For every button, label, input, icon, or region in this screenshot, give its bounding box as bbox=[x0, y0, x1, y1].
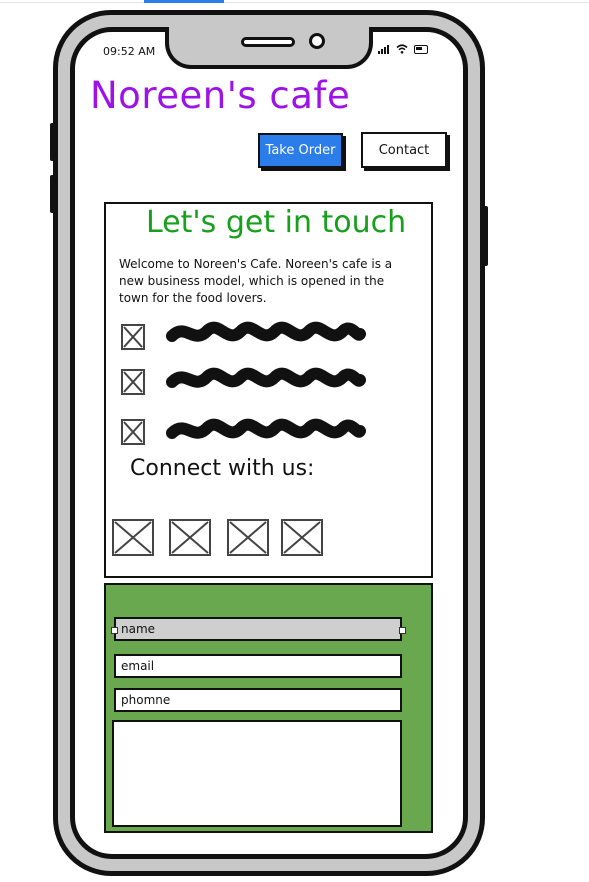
phone-notch bbox=[165, 27, 373, 69]
resize-handle bbox=[111, 627, 118, 634]
browser-top-line bbox=[0, 2, 589, 3]
checkbox-placeholder-icon[interactable] bbox=[121, 419, 145, 445]
app-title: Noreen's cafe bbox=[90, 74, 351, 117]
contact-button[interactable]: Contact bbox=[361, 132, 447, 168]
take-order-button[interactable]: Take Order bbox=[258, 133, 343, 168]
contact-heading: Let's get in touch bbox=[146, 205, 407, 240]
checkbox-placeholder-icon[interactable] bbox=[121, 324, 145, 350]
resize-handle bbox=[399, 627, 406, 634]
name-field[interactable]: name bbox=[114, 617, 402, 641]
phone-field[interactable]: phomne bbox=[114, 688, 402, 712]
message-textarea[interactable] bbox=[112, 720, 402, 827]
status-time: 09:52 AM bbox=[103, 45, 156, 58]
redacted-text-scribble bbox=[166, 418, 366, 439]
speaker-icon bbox=[241, 37, 295, 47]
redacted-text-scribble bbox=[166, 321, 366, 342]
signal-icon bbox=[378, 44, 390, 54]
status-icons bbox=[378, 44, 428, 54]
connect-label: Connect with us: bbox=[130, 456, 315, 481]
checkbox-placeholder-icon[interactable] bbox=[121, 369, 145, 395]
browser-accent-bar bbox=[144, 0, 224, 3]
redacted-text-scribble bbox=[166, 367, 366, 388]
email-field[interactable]: email bbox=[114, 654, 402, 678]
social-placeholder-icon[interactable] bbox=[169, 519, 211, 556]
social-placeholder-icon[interactable] bbox=[227, 519, 269, 556]
social-placeholder-icon[interactable] bbox=[281, 519, 323, 556]
camera-icon bbox=[309, 33, 325, 49]
battery-icon bbox=[414, 44, 428, 54]
wifi-icon bbox=[396, 44, 408, 54]
social-placeholder-icon[interactable] bbox=[112, 519, 154, 556]
contact-description: Welcome to Noreen's Cafe. Noreen's cafe … bbox=[119, 257, 393, 305]
